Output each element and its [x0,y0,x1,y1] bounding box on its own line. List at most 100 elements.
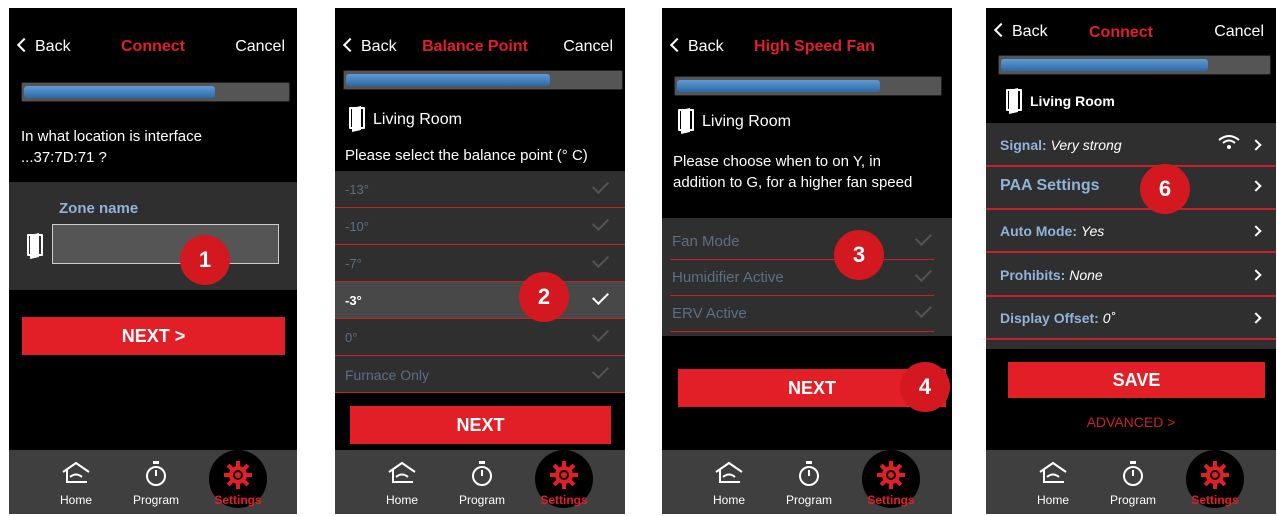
fan-options-list: Fan Mode Humidifier Active ERV Active [662,218,952,336]
checkmark-icon [592,288,609,305]
chevron-right-icon [1250,180,1262,192]
gear-icon [1200,460,1230,495]
settings-row[interactable]: Prohibits: None [986,253,1276,297]
zone-name-panel: Zone name [9,182,297,290]
settings-row-label: Prohibits: None [1000,267,1103,283]
balance-point-option[interactable]: -13° [335,171,625,208]
balance-point-option[interactable]: 0° [335,319,625,356]
settings-row[interactable]: PAA Settings [986,166,1276,210]
next-button[interactable]: NEXT [350,406,611,444]
tab-label: Program [132,493,179,507]
tab-settings[interactable]: Settings [856,450,926,514]
screen-title: High Speed Fan [754,38,875,55]
checkmark-icon [915,265,932,282]
room-name: Living Room [702,113,791,130]
balance-point-option[interactable]: -7° [335,245,625,282]
step-badge: 6 [1140,164,1190,214]
progress-fill [24,86,215,98]
home-icon [714,460,744,491]
option-label: Humidifier Active [672,269,784,286]
tab-settings[interactable]: Settings [529,450,599,514]
fan-option[interactable]: Fan Mode [670,224,934,260]
chevron-right-icon [1250,225,1262,237]
settings-list: Signal: Very strong PAA Settings Auto Mode… [986,123,1276,349]
checkmark-icon [592,177,609,194]
advanced-link[interactable]: ADVANCED > [986,414,1276,430]
progress-bar [343,70,623,90]
door-icon [678,109,694,131]
prompt-text: Please select the balance point (° C) [345,147,588,164]
screen-balance-point: Back Balance Point Cancel Living Room Pl… [335,8,625,514]
prompt-line: ...37:7D:71 ? [21,149,107,166]
header: Back High Speed Fan [662,8,952,63]
cancel-button[interactable]: Cancel [235,38,285,56]
home-icon [387,460,417,491]
chevron-right-icon [1250,139,1262,151]
tab-program[interactable]: Program [1098,450,1168,514]
step-badge: 4 [900,362,950,412]
tab-label: Home [1036,493,1069,507]
home-icon [61,460,91,491]
tab-label: Home [385,493,418,507]
tab-home[interactable]: Home [1018,450,1088,514]
balance-point-option[interactable]: -10° [335,208,625,245]
option-label: 0° [345,330,358,345]
tab-label: Program [785,493,832,507]
progress-bar [674,76,942,96]
tab-label: Program [458,493,505,507]
tab-label: Home [59,493,92,507]
checkmark-icon [915,301,932,318]
next-button[interactable]: NEXT > [22,317,285,355]
settings-row-label: PAA Settings [1000,177,1100,195]
checkmark-icon [592,251,609,268]
tab-settings[interactable]: Settings [1180,450,1250,514]
home-icon [1038,460,1068,491]
settings-row[interactable]: Display Offset: 0˚ [986,296,1276,340]
save-button[interactable]: SAVE [1008,362,1265,398]
settings-row-label: Display Offset: 0˚ [1000,310,1115,326]
settings-row-label: Signal: Very strong [1000,137,1122,153]
progress-fill [677,80,880,92]
settings-row-key: Prohibits: [1000,267,1066,283]
checkmark-icon [592,214,609,231]
header: Back Balance Point Cancel [335,8,625,63]
header: Back Connect Cancel [9,8,297,63]
option-label: -10° [345,219,369,234]
tab-home[interactable]: Home [41,450,111,514]
tab-home[interactable]: Home [367,450,437,514]
fan-option[interactable]: ERV Active [670,296,934,332]
settings-row[interactable]: Auto Mode: Yes [986,209,1276,253]
progress-bar [21,82,290,102]
tab-label: Settings [540,493,588,507]
tab-program[interactable]: Program [121,450,191,514]
balance-point-list: -13° -10° -7° -3° 0° Furnace Only [335,171,625,393]
tab-home[interactable]: Home [694,450,764,514]
balance-point-option[interactable]: Furnace Only [335,356,625,393]
prompt-line: In what location is interface [21,128,202,145]
cancel-button[interactable]: Cancel [563,38,613,56]
checkmark-icon [592,325,609,342]
room-label: Living Room [678,109,791,131]
option-label: Fan Mode [672,233,740,250]
tab-bar: Home Program Settings [662,450,952,514]
tab-settings[interactable]: Settings [203,450,273,514]
zone-name-label: Zone name [59,200,139,217]
stopwatch-icon [470,460,494,493]
cancel-button[interactable]: Cancel [1214,23,1264,41]
tab-program[interactable]: Program [774,450,844,514]
step-badge: 3 [834,230,884,280]
prompt-text: Please choose when to on Y, in addition … [673,151,912,193]
balance-point-option[interactable]: -3° [335,282,625,319]
door-icon [27,234,43,256]
tab-program[interactable]: Program [447,450,517,514]
settings-row-key: PAA Settings [1000,177,1100,194]
settings-row-value: Yes [1080,223,1105,239]
option-label: -3° [345,293,362,308]
fan-option[interactable]: Humidifier Active [670,260,934,296]
settings-row[interactable]: Signal: Very strong [986,123,1276,167]
option-label: -7° [345,256,362,271]
zone-name-input[interactable] [52,224,279,264]
screen-high-speed-fan: Back High Speed Fan Living Room Please c… [662,8,952,514]
tab-bar: Home Program Settings [335,450,625,514]
screen-connect-summary: Back Connect Cancel Living Room Signal: … [986,8,1276,514]
